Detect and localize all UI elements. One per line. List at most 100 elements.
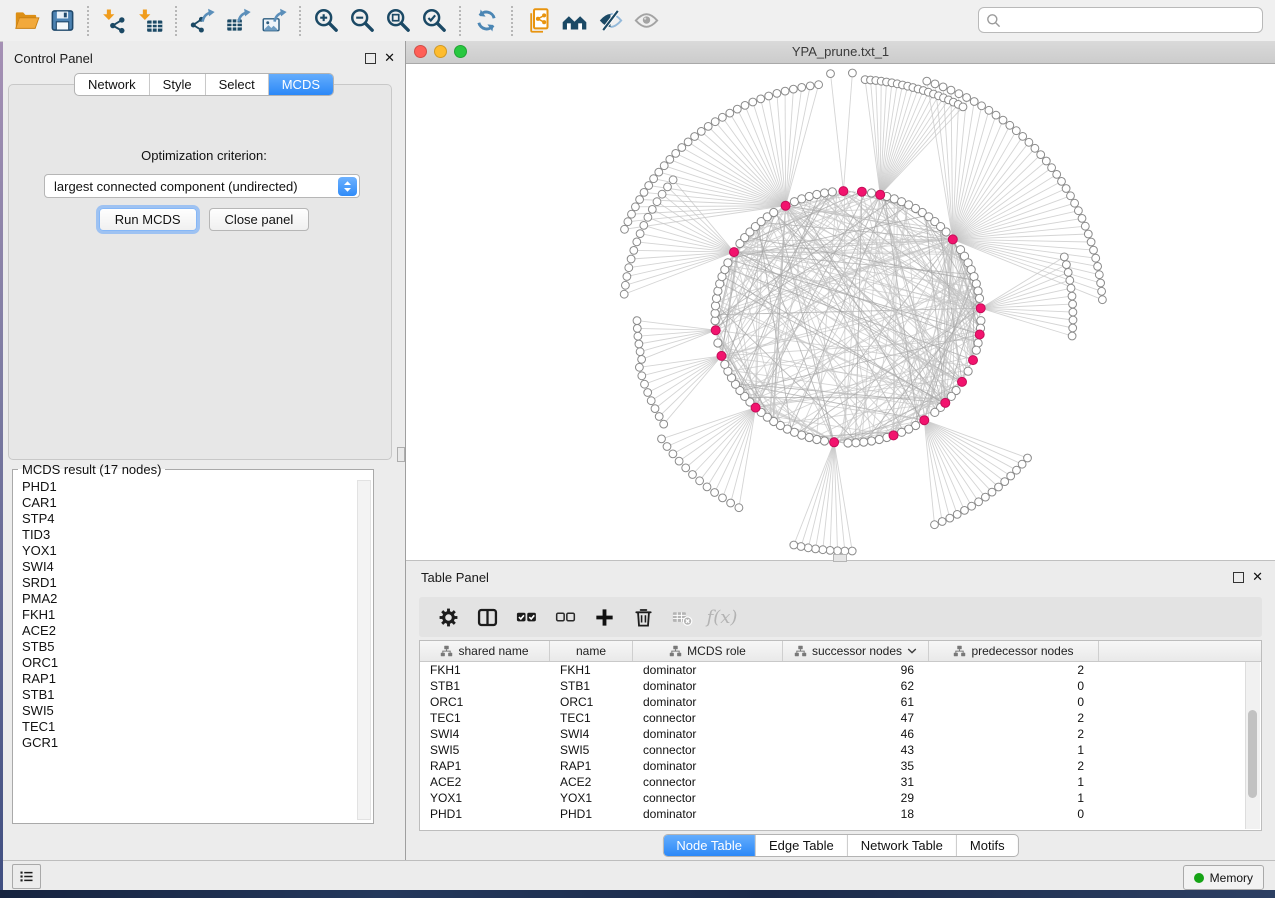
navigator-button[interactable] — [556, 4, 592, 38]
graph-leaf-node[interactable] — [1069, 308, 1077, 316]
graph-rim-node[interactable] — [867, 437, 875, 445]
graph-rim-node[interactable] — [974, 287, 982, 295]
graph-rim-node[interactable] — [711, 302, 719, 310]
graph-leaf-node[interactable] — [1071, 199, 1079, 207]
graph-leaf-node[interactable] — [1053, 171, 1061, 179]
graph-leaf-node[interactable] — [621, 225, 629, 233]
graph-leaf-node[interactable] — [931, 521, 939, 529]
graph-leaf-node[interactable] — [658, 435, 666, 443]
mcds-result-item[interactable]: PHD1 — [13, 479, 357, 495]
graph-leaf-node[interactable] — [660, 162, 668, 170]
graph-leaf-node[interactable] — [975, 498, 983, 506]
graph-leaf-node[interactable] — [1031, 144, 1039, 152]
graph-hub-node[interactable] — [839, 187, 848, 196]
graph-rim-node[interactable] — [820, 189, 828, 197]
graph-leaf-node[interactable] — [947, 86, 955, 94]
panel-menu-button[interactable] — [12, 864, 41, 889]
export-network-button[interactable] — [184, 4, 220, 38]
graph-hub-node[interactable] — [958, 377, 967, 386]
graph-leaf-node[interactable] — [1062, 185, 1070, 193]
graph-hub-node[interactable] — [830, 438, 839, 447]
graph-rim-node[interactable] — [820, 437, 828, 445]
graph-leaf-node[interactable] — [988, 488, 996, 496]
mcds-scrollbar[interactable] — [357, 480, 371, 820]
graph-hub-node[interactable] — [889, 431, 898, 440]
graph-rim-node[interactable] — [898, 428, 906, 436]
graph-leaf-node[interactable] — [633, 317, 641, 325]
graph-leaf-node[interactable] — [741, 102, 749, 110]
graph-leaf-node[interactable] — [1081, 222, 1089, 230]
mcds-result-item[interactable]: SRD1 — [13, 575, 357, 591]
mcds-result-item[interactable]: STB1 — [13, 687, 357, 703]
float-table-panel-icon[interactable] — [1233, 572, 1244, 583]
import-table-button[interactable] — [132, 4, 168, 38]
graph-leaf-node[interactable] — [1067, 284, 1075, 292]
graph-leaf-node[interactable] — [636, 348, 644, 356]
graph-leaf-node[interactable] — [633, 325, 641, 333]
graph-leaf-node[interactable] — [1097, 279, 1105, 287]
table-row[interactable]: PHD1PHD1dominator180 — [420, 806, 1261, 822]
graph-leaf-node[interactable] — [640, 222, 648, 230]
graph-leaf-node[interactable] — [812, 545, 820, 553]
graph-leaf-node[interactable] — [1069, 316, 1077, 324]
graph-leaf-node[interactable] — [1064, 269, 1072, 277]
graph-leaf-node[interactable] — [804, 544, 812, 552]
graph-leaf-node[interactable] — [1095, 271, 1103, 279]
graph-rim-node[interactable] — [977, 317, 985, 325]
graph-leaf-node[interactable] — [1075, 207, 1083, 215]
graph-hub-node[interactable] — [975, 330, 984, 339]
graph-leaf-node[interactable] — [939, 83, 947, 91]
graph-rim-node[interactable] — [844, 439, 852, 447]
graph-leaf-node[interactable] — [982, 493, 990, 501]
graph-leaf-node[interactable] — [691, 133, 699, 141]
graph-hub-node[interactable] — [717, 351, 726, 360]
graph-leaf-node[interactable] — [1068, 332, 1076, 340]
zoom-out-button[interactable] — [344, 4, 380, 38]
open-file-button[interactable] — [8, 4, 44, 38]
graph-leaf-node[interactable] — [719, 494, 727, 502]
graph-hub-node[interactable] — [941, 398, 950, 407]
graph-hub-node[interactable] — [876, 190, 885, 199]
graph-leaf-node[interactable] — [995, 483, 1003, 491]
graph-rim-node[interactable] — [813, 435, 821, 443]
graph-leaf-node[interactable] — [689, 471, 697, 479]
close-table-panel-icon[interactable]: ✕ — [1252, 571, 1263, 583]
graph-leaf-node[interactable] — [655, 413, 663, 421]
graph-rim-node[interactable] — [931, 408, 939, 416]
mcds-result-item[interactable]: ORC1 — [13, 655, 357, 671]
graph-leaf-node[interactable] — [806, 82, 814, 90]
graph-leaf-node[interactable] — [1042, 157, 1050, 165]
graph-rim-node[interactable] — [770, 208, 778, 216]
graph-leaf-node[interactable] — [620, 290, 628, 298]
tab-motifs[interactable]: Motifs — [957, 835, 1018, 856]
graph-leaf-node[interactable] — [749, 98, 757, 106]
mcds-result-item[interactable]: FKH1 — [13, 607, 357, 623]
table-row[interactable]: SWI4SWI4dominator462 — [420, 726, 1261, 742]
column-header-shared-name[interactable]: shared name — [420, 641, 550, 661]
graph-leaf-node[interactable] — [664, 183, 672, 191]
graph-leaf-node[interactable] — [773, 90, 781, 98]
tab-edge-table[interactable]: Edge Table — [756, 835, 848, 856]
graph-leaf-node[interactable] — [641, 380, 649, 388]
export-table-button[interactable] — [220, 4, 256, 38]
mcds-result-item[interactable]: ACE2 — [13, 623, 357, 639]
graph-hub-node[interactable] — [976, 304, 985, 313]
graph-hub-node[interactable] — [711, 326, 720, 335]
graph-leaf-node[interactable] — [663, 443, 671, 451]
graph-leaf-node[interactable] — [636, 196, 644, 204]
graph-leaf-node[interactable] — [678, 144, 686, 152]
mcds-result-item[interactable]: RAP1 — [13, 671, 357, 687]
graph-leaf-node[interactable] — [644, 213, 652, 221]
graph-rim-node[interactable] — [942, 228, 950, 236]
graph-hub-node[interactable] — [751, 403, 760, 412]
graph-leaf-node[interactable] — [968, 502, 976, 510]
graph-leaf-node[interactable] — [650, 175, 658, 183]
graph-leaf-node[interactable] — [711, 489, 719, 497]
graph-leaf-node[interactable] — [790, 85, 798, 93]
graph-leaf-node[interactable] — [985, 106, 993, 114]
graph-rim-node[interactable] — [975, 294, 983, 302]
graph-leaf-node[interactable] — [1066, 276, 1074, 284]
graph-leaf-node[interactable] — [815, 81, 823, 89]
column-header-successor-nodes[interactable]: successor nodes — [783, 641, 929, 661]
import-network-button[interactable] — [96, 4, 132, 38]
